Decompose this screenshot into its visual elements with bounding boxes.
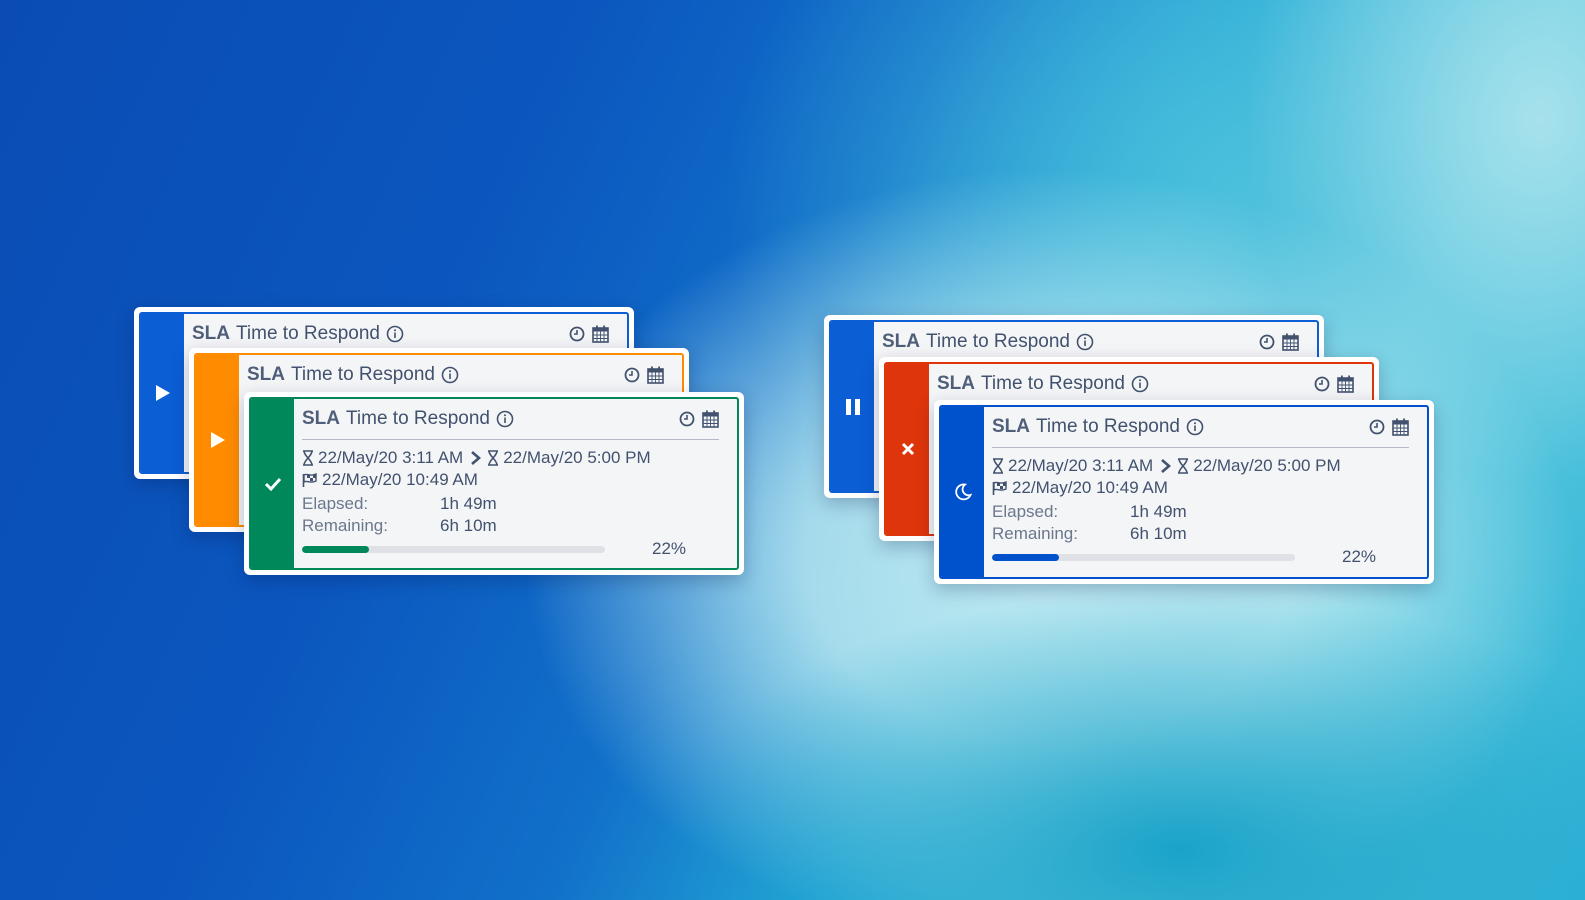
sla-title: Time to Respond bbox=[1036, 416, 1180, 437]
elapsed-value: 1h 49m bbox=[440, 494, 497, 513]
sla-prefix: SLA bbox=[882, 331, 920, 352]
info-icon[interactable] bbox=[1076, 333, 1094, 351]
sla-title: Time to Respond bbox=[291, 364, 435, 385]
header-divider bbox=[992, 447, 1409, 448]
status-stripe bbox=[941, 407, 984, 577]
remaining-value: 6h 10m bbox=[1130, 524, 1187, 543]
sla-title: Time to Respond bbox=[346, 408, 490, 429]
status-stripe bbox=[196, 355, 239, 525]
info-icon[interactable] bbox=[441, 366, 459, 384]
hourglass-icon bbox=[303, 450, 313, 466]
elapsed-value: 1h 49m bbox=[1130, 502, 1187, 521]
clock-icon[interactable] bbox=[1259, 334, 1275, 350]
sla-title: Time to Respond bbox=[981, 373, 1125, 394]
status-stripe bbox=[831, 322, 874, 491]
sla-title: Time to Respond bbox=[926, 331, 1070, 352]
sla-prefix: SLA bbox=[302, 408, 340, 429]
elapsed-row: Elapsed: 1h 49m bbox=[302, 493, 727, 515]
elapsed-label: Elapsed: bbox=[992, 502, 1059, 521]
info-icon[interactable] bbox=[1131, 375, 1149, 393]
close-icon bbox=[901, 442, 914, 456]
progress-bar bbox=[992, 553, 1295, 561]
sla-card-met-green[interactable]: SLA Time to Respond 22/May/20 3:11 AM 22… bbox=[244, 392, 744, 575]
pause-icon bbox=[845, 398, 860, 415]
clock-icon[interactable] bbox=[679, 411, 695, 427]
flag-checkered-icon bbox=[992, 480, 1007, 495]
sla-prefix: SLA bbox=[937, 373, 975, 394]
flag-checkered-icon bbox=[302, 472, 317, 487]
progress-row: 22% bbox=[302, 539, 727, 559]
sla-prefix: SLA bbox=[992, 416, 1030, 437]
calendar-icon[interactable] bbox=[1337, 375, 1354, 393]
due-time: 22/May/20 5:00 PM bbox=[1193, 456, 1341, 475]
status-stripe bbox=[251, 399, 294, 568]
clock-icon[interactable] bbox=[624, 367, 640, 383]
progress-bar bbox=[302, 545, 605, 553]
chevron-right-icon bbox=[1161, 459, 1172, 473]
progress-percent: 22% bbox=[1342, 547, 1377, 566]
start-time: 22/May/20 3:11 AM bbox=[1008, 456, 1154, 475]
remaining-label: Remaining: bbox=[992, 524, 1078, 543]
progress-fill bbox=[992, 553, 1059, 561]
elapsed-label: Elapsed: bbox=[302, 494, 369, 513]
progress-percent: 22% bbox=[652, 539, 687, 558]
info-icon[interactable] bbox=[1186, 418, 1204, 436]
finish-row: 22/May/20 10:49 AM bbox=[302, 469, 727, 491]
clock-icon[interactable] bbox=[569, 326, 585, 342]
calendar-icon[interactable] bbox=[1282, 333, 1299, 351]
info-icon[interactable] bbox=[496, 410, 514, 428]
status-stripe bbox=[141, 314, 184, 472]
calendar-icon[interactable] bbox=[1392, 418, 1409, 436]
remaining-row: Remaining: 6h 10m bbox=[302, 515, 727, 537]
progress-row: 22% bbox=[992, 547, 1417, 567]
moon-icon bbox=[954, 483, 972, 501]
time-window-row: 22/May/20 3:11 AM 22/May/20 5:00 PM bbox=[302, 447, 727, 469]
header-divider bbox=[302, 439, 719, 440]
hourglass-icon bbox=[488, 450, 499, 466]
remaining-label: Remaining: bbox=[302, 516, 388, 535]
calendar-icon[interactable] bbox=[647, 366, 664, 384]
hourglass-icon bbox=[993, 458, 1003, 474]
check-icon bbox=[264, 477, 281, 491]
clock-icon[interactable] bbox=[1314, 376, 1330, 392]
finish-row: 22/May/20 10:49 AM bbox=[992, 477, 1417, 499]
finish-time: 22/May/20 10:49 AM bbox=[322, 470, 478, 489]
sla-card-out-of-hours[interactable]: SLA Time to Respond 22/May/20 3:11 AM 22… bbox=[934, 400, 1434, 584]
time-window-row: 22/May/20 3:11 AM 22/May/20 5:00 PM bbox=[992, 455, 1417, 477]
remaining-row: Remaining: 6h 10m bbox=[992, 523, 1417, 545]
finish-time: 22/May/20 10:49 AM bbox=[1012, 478, 1168, 497]
status-stripe bbox=[886, 364, 929, 534]
calendar-icon[interactable] bbox=[592, 325, 609, 343]
sla-title: Time to Respond bbox=[236, 323, 380, 344]
hourglass-icon bbox=[1178, 458, 1189, 474]
sla-prefix: SLA bbox=[247, 364, 285, 385]
calendar-icon[interactable] bbox=[702, 410, 719, 428]
chevron-right-icon bbox=[471, 451, 482, 465]
remaining-value: 6h 10m bbox=[440, 516, 497, 535]
start-time: 22/May/20 3:11 AM bbox=[318, 448, 464, 467]
play-icon bbox=[210, 432, 225, 448]
info-icon[interactable] bbox=[386, 325, 404, 343]
clock-icon[interactable] bbox=[1369, 419, 1385, 435]
sla-prefix: SLA bbox=[192, 323, 230, 344]
elapsed-row: Elapsed: 1h 49m bbox=[992, 501, 1417, 523]
play-icon bbox=[155, 385, 170, 401]
progress-fill bbox=[302, 545, 369, 553]
due-time: 22/May/20 5:00 PM bbox=[503, 448, 651, 467]
